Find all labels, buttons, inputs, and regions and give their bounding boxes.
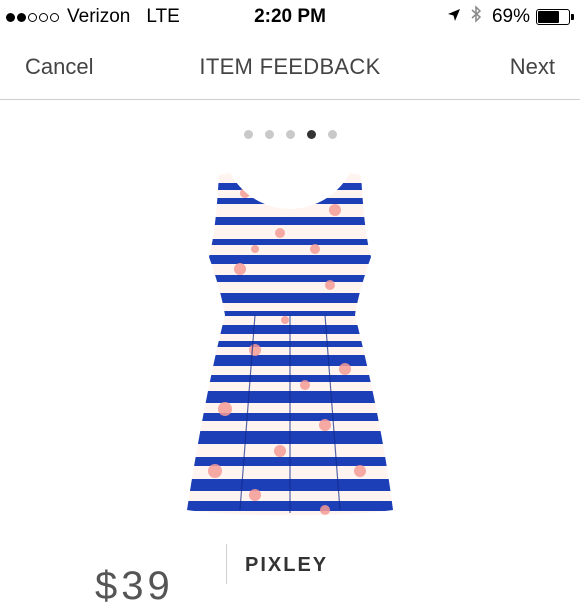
pager-dot-active[interactable] — [306, 130, 316, 139]
battery-percent: 69% — [491, 5, 530, 27]
status-bar: Verizon LTE 2:20 PM 69% — [0, 0, 580, 34]
item-info: $39 PIXLEY — [0, 540, 580, 608]
bluetooth-icon — [471, 5, 482, 28]
pager-dot[interactable] — [327, 130, 337, 139]
battery-icon — [536, 8, 574, 25]
item-brand: PIXLEY — [245, 554, 329, 576]
info-divider — [226, 544, 227, 584]
image-pager[interactable] — [0, 130, 580, 139]
product-image[interactable] — [185, 165, 395, 520]
next-button[interactable]: Next — [510, 54, 555, 80]
pager-dot[interactable] — [243, 130, 253, 139]
location-arrow-icon — [447, 6, 461, 28]
pager-dot[interactable] — [285, 130, 295, 139]
page-title: ITEM FEEDBACK — [199, 54, 381, 79]
item-price: $39 — [95, 564, 174, 608]
status-right: 69% — [447, 5, 574, 28]
pager-dot[interactable] — [264, 130, 274, 139]
nav-bar: Cancel ITEM FEEDBACK Next — [0, 34, 580, 100]
